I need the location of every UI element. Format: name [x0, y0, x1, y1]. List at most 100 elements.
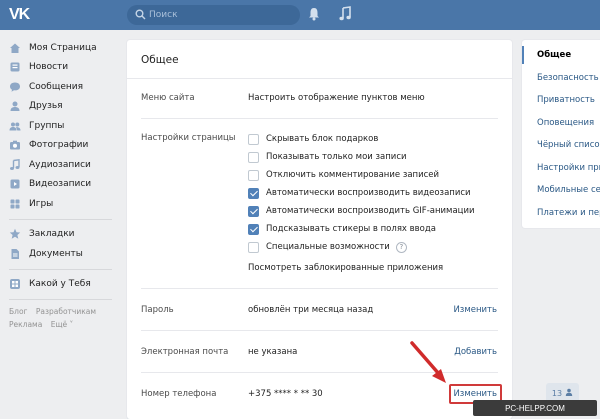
checkbox-row-only-my-posts[interactable]: Показывать только мои записи	[248, 149, 407, 165]
games-icon	[9, 198, 21, 210]
sidebar-item-games[interactable]: Игры	[0, 194, 120, 214]
news-icon	[9, 61, 21, 73]
music-icon[interactable]	[339, 6, 352, 25]
bell-icon[interactable]	[308, 7, 320, 24]
title-divider	[127, 78, 512, 79]
nav-item-mobile-services[interactable]: Мобильные сервисы	[522, 179, 600, 202]
app-icon	[9, 278, 21, 290]
row-divider	[141, 372, 498, 373]
nav-item-security[interactable]: Безопасность	[522, 67, 600, 90]
checkbox-disable-comments[interactable]	[248, 169, 259, 181]
row-divider	[141, 118, 498, 119]
sidebar-item-bookmarks[interactable]: Закладки	[0, 225, 120, 245]
sidebar-divider	[9, 218, 112, 220]
phone-label: Номер телефона	[141, 389, 217, 399]
checkbox-accessibility[interactable]	[248, 241, 259, 253]
row-divider	[141, 288, 498, 289]
checkbox-row-suggest-stickers[interactable]: Подсказывать стикеры в полях ввода	[248, 221, 436, 237]
nav-item-blacklist[interactable]: Чёрный список	[522, 134, 600, 157]
checkbox-row-accessibility[interactable]: Специальные возможности ?	[248, 239, 407, 255]
sidebar-divider	[9, 299, 112, 300]
watermark: PC-HELPP.COM	[473, 400, 597, 416]
nav-item-notifications[interactable]: Оповещения	[522, 112, 600, 135]
checkbox-autoplay-gif[interactable]	[248, 205, 259, 217]
friends-icon	[9, 100, 21, 112]
top-bar: VK	[0, 0, 600, 30]
checkbox-row-autoplay-gif[interactable]: Автоматически воспроизводить GIF-анимаци…	[248, 203, 475, 219]
footer-link-more[interactable]: Ещё ˅	[51, 320, 74, 329]
sidebar-item-label: Документы	[29, 248, 83, 259]
phone-value: +375 **** * ** 30	[248, 389, 323, 399]
groups-icon	[9, 120, 21, 132]
change-password-link[interactable]: Изменить	[453, 305, 497, 315]
checkbox-row-disable-comments[interactable]: Отключить комментирование записей	[248, 167, 439, 183]
checkbox-label: Отключить комментирование записей	[266, 170, 440, 180]
video-icon	[9, 178, 21, 190]
email-value: не указана	[248, 347, 298, 357]
checkbox-row-autoplay-video[interactable]: Автоматически воспроизводить видеозаписи	[248, 185, 471, 201]
badge-count: 13	[551, 388, 563, 398]
music-icon	[9, 158, 21, 171]
vk-logo[interactable]: VK	[9, 6, 30, 24]
sidebar-item-photos[interactable]: Фотографии	[0, 136, 120, 156]
checkbox-label: Скрывать блок подарков	[266, 134, 379, 144]
footer-link-ads[interactable]: Реклама	[9, 320, 42, 329]
checkbox-label: Специальные возможности	[266, 242, 390, 252]
help-icon[interactable]: ?	[395, 241, 407, 253]
checkbox-label: Автоматически воспроизводить GIF-анимаци…	[266, 206, 475, 216]
menu-label: Меню сайта	[141, 93, 195, 103]
document-icon	[9, 248, 21, 260]
checkbox-row-hide-gifts[interactable]: Скрывать блок подарков	[248, 131, 378, 147]
sidebar-item-label: Какой у Тебя	[29, 279, 91, 290]
sidebar-item-label: Друзья	[29, 101, 63, 112]
search-input[interactable]	[149, 8, 289, 22]
sidebar-item-news[interactable]: Новости	[0, 58, 120, 78]
sidebar-item-label: Видеозаписи	[29, 179, 92, 190]
sidebar-item-label: Закладки	[29, 229, 75, 240]
sidebar-item-video[interactable]: Видеозаписи	[0, 175, 120, 195]
sidebar-item-groups[interactable]: Группы	[0, 116, 120, 136]
search-icon	[135, 9, 146, 23]
home-icon	[9, 42, 21, 54]
sidebar-item-friends[interactable]: Друзья	[0, 97, 120, 117]
sidebar-item-audio[interactable]: Аудиозаписи	[0, 155, 120, 175]
settings-nav: Общее Безопасность Приватность Оповещени…	[522, 40, 600, 228]
blocked-apps-link[interactable]: Посмотреть заблокированные приложения	[248, 263, 443, 273]
add-email-link[interactable]: Добавить	[454, 347, 497, 357]
star-icon	[9, 228, 21, 240]
sidebar-item-label: Аудиозаписи	[29, 159, 91, 170]
configure-menu-link[interactable]: Настроить отображение пунктов меню	[248, 93, 425, 103]
checkbox-label: Автоматически воспроизводить видеозаписи	[266, 188, 471, 198]
sidebar-item-label: Фотографии	[29, 140, 89, 151]
nav-item-payments[interactable]: Платежи и переводы	[522, 202, 600, 225]
sidebar-item-label: Сообщения	[29, 81, 84, 92]
email-label: Электронная почта	[141, 347, 229, 357]
checkbox-autoplay-video[interactable]	[248, 187, 259, 199]
checkbox-suggest-stickers[interactable]	[248, 223, 259, 235]
checkbox-only-my-posts[interactable]	[248, 151, 259, 163]
footer-link-blog[interactable]: Блог	[9, 307, 27, 316]
sidebar-item-label: Игры	[29, 198, 54, 209]
sidebar-item-app[interactable]: Какой у Тебя	[0, 275, 120, 295]
left-sidebar: Моя Страница Новости Сообщения Друзья Гр…	[0, 38, 120, 331]
sidebar-item-my-page[interactable]: Моя Страница	[0, 38, 120, 58]
footer-link-developers[interactable]: Разработчикам	[36, 307, 96, 316]
sidebar-divider	[9, 268, 112, 270]
password-label: Пароль	[141, 305, 174, 315]
checkbox-label: Подсказывать стикеры в полях ввода	[266, 224, 436, 234]
sidebar-item-label: Новости	[29, 62, 69, 73]
nav-item-privacy[interactable]: Приватность	[522, 89, 600, 112]
nav-item-app-settings[interactable]: Настройки приложений	[522, 157, 600, 180]
page-settings-label: Настройки страницы	[141, 133, 236, 143]
checkbox-hide-gifts[interactable]	[248, 133, 259, 145]
settings-panel: Общее Меню сайта Настроить отображение п…	[127, 40, 512, 419]
sidebar-item-label: Группы	[29, 120, 65, 131]
sidebar-item-label: Моя Страница	[29, 42, 97, 53]
row-divider	[141, 330, 498, 331]
search-box[interactable]	[127, 5, 300, 25]
sidebar-item-messages[interactable]: Сообщения	[0, 77, 120, 97]
nav-item-general[interactable]: Общее	[522, 44, 600, 67]
person-icon	[565, 388, 573, 398]
sidebar-footer: Блог Разработчикам Реклама Ещё ˅	[0, 305, 120, 331]
sidebar-item-documents[interactable]: Документы	[0, 244, 120, 264]
